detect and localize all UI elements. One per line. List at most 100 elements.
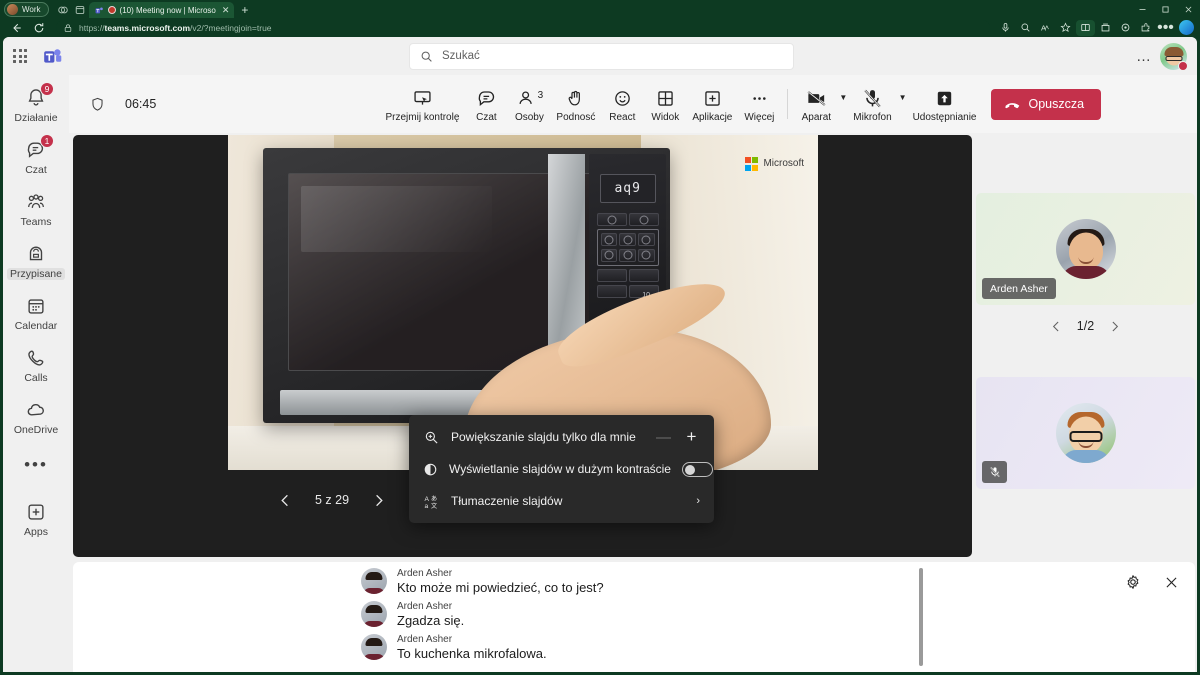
tool-chat[interactable]: Czat	[465, 84, 507, 125]
tool-view[interactable]: Widok	[644, 84, 686, 125]
search-page-icon[interactable]	[1016, 20, 1035, 36]
chat-panel-actions	[1121, 570, 1183, 594]
microphone-chevron-down-icon[interactable]: ▼	[899, 93, 907, 102]
sidebar-item-activity[interactable]: 9 Działanie	[4, 79, 68, 131]
browser-more-icon[interactable]: •••	[1156, 19, 1175, 36]
menu-item-translate-slides[interactable]: Aあa文 Tłumaczenie slajdów ›	[409, 485, 714, 517]
profile-pill[interactable]: Work	[4, 2, 49, 17]
leave-meeting-button[interactable]: Opuszcza	[990, 88, 1101, 120]
tool-apps[interactable]: Aplikacje	[687, 84, 737, 125]
window-maximize-button[interactable]	[1154, 0, 1177, 18]
tiles-prev-button[interactable]	[1050, 320, 1063, 333]
avatar	[361, 601, 387, 627]
tool-people[interactable]: 3 Osoby	[508, 84, 550, 125]
camera-off-icon	[805, 87, 828, 110]
tool-take-control[interactable]: Przejmij kontrolę	[380, 84, 464, 125]
tool-microphone[interactable]: Mikrofon	[848, 84, 896, 125]
zoom-out-button[interactable]: —	[655, 429, 672, 446]
camera-chevron-down-icon[interactable]: ▼	[839, 93, 847, 102]
gear-icon[interactable]	[1121, 570, 1145, 594]
menu-item-zoom-slide[interactable]: Powiększanie slajdu tylko dla mnie — +	[409, 421, 714, 453]
new-tab-button[interactable]: +	[234, 3, 255, 18]
submenu-chevron-right-icon: ›	[696, 495, 700, 507]
sidebar-item-assignments[interactable]: Przypisane	[4, 235, 68, 287]
chat-scrollbar[interactable]	[919, 568, 923, 666]
window-controls	[1131, 0, 1200, 18]
microphone-control[interactable]: Mikrofon ▼	[848, 84, 907, 125]
avatar	[361, 568, 387, 594]
workspaces-icon[interactable]	[55, 2, 72, 17]
sidebar-item-teams[interactable]: Teams	[4, 183, 68, 235]
avatar-hair	[1164, 46, 1183, 56]
tab-close-icon[interactable]: ✕	[222, 5, 230, 16]
sidebar-item-label: Calendar	[14, 320, 58, 332]
avatar	[1055, 219, 1116, 279]
sidebar-item-apps[interactable]: Apps	[4, 493, 68, 545]
sidebar-item-label: Teams	[20, 216, 52, 228]
split-screen-icon[interactable]	[1076, 19, 1095, 36]
share-screen-icon	[933, 87, 956, 110]
chat-message-author: Arden Asher	[397, 601, 453, 612]
sidebar-item-onedrive[interactable]: OneDrive	[4, 391, 68, 443]
tiles-next-button[interactable]	[1108, 320, 1121, 333]
browser-essentials-icon[interactable]	[1116, 20, 1135, 36]
slide-prev-button[interactable]	[274, 488, 298, 512]
address-bar[interactable]: https://teams.microsoft.com/v2/?meetingj…	[56, 20, 990, 35]
read-aloud-icon[interactable]: A	[1036, 20, 1055, 36]
activity-badge: 9	[40, 82, 54, 96]
participant-tile-2[interactable]	[976, 377, 1195, 489]
high-contrast-toggle[interactable]	[681, 461, 713, 477]
tool-raise-hand[interactable]: Podnosć	[551, 84, 600, 125]
backpack-icon	[24, 242, 48, 266]
microphone-off-icon	[861, 87, 884, 110]
tool-label: Aplikacje	[692, 111, 733, 123]
view-grid-icon	[655, 87, 676, 110]
tab-search-icon[interactable]	[72, 2, 89, 17]
window-close-button[interactable]	[1177, 0, 1200, 18]
chat-bubble-icon	[476, 87, 497, 110]
chat-message-text: Kto może mi powiedzieć, co to jest?	[397, 580, 604, 595]
camera-control[interactable]: Aparat ▼	[795, 84, 847, 125]
sidebar-item-chat[interactable]: 1 Czat	[4, 131, 68, 183]
favorite-star-icon[interactable]	[1056, 20, 1075, 36]
browser-tab[interactable]: (10) Meeting now | Microso ✕	[88, 2, 235, 18]
tool-share[interactable]: Udostępnianie	[908, 84, 982, 125]
search-input[interactable]: Szukać	[409, 42, 794, 70]
microphone-icon[interactable]	[996, 20, 1015, 36]
user-avatar[interactable]	[1160, 42, 1188, 71]
app-launcher-button[interactable]	[3, 49, 37, 63]
header-more-button[interactable]: …	[1136, 49, 1152, 64]
tool-react[interactable]: React	[601, 84, 643, 125]
presence-busy-icon	[1178, 60, 1188, 71]
extensions-icon[interactable]	[1136, 20, 1155, 36]
zoom-in-button[interactable]: +	[683, 427, 700, 447]
menu-item-high-contrast[interactable]: Wyświetlanie slajdów w dużym kontraście	[409, 453, 714, 485]
tool-more[interactable]: Więcej	[738, 84, 780, 125]
lock-icon	[64, 23, 72, 32]
hangup-icon	[1004, 102, 1019, 108]
close-icon[interactable]	[1159, 570, 1183, 594]
teams-icon	[24, 190, 48, 214]
tab-recording-icon	[107, 6, 116, 14]
microphone-off-icon	[989, 466, 1000, 478]
reload-button[interactable]	[28, 19, 50, 36]
slide-next-button[interactable]	[366, 488, 390, 512]
waffle-icon	[13, 49, 27, 63]
emoji-icon	[612, 87, 633, 110]
sidebar-item-calendar[interactable]: Calendar	[4, 287, 68, 339]
sidebar-item-calls[interactable]: Calls	[4, 339, 68, 391]
sidebar-item-label: Przypisane	[7, 268, 65, 280]
tool-camera[interactable]: Aparat	[795, 84, 837, 125]
sidebar-more-button[interactable]: •••	[24, 443, 48, 487]
more-dots-icon	[749, 87, 770, 110]
window-minimize-button[interactable]	[1131, 0, 1154, 18]
participant-tiles: Arden Asher 1/2	[976, 135, 1195, 557]
collections-icon[interactable]	[1096, 20, 1115, 36]
copilot-icon[interactable]	[1179, 20, 1194, 35]
microwave-display-text: aq9	[614, 180, 641, 196]
avatar	[361, 634, 387, 660]
menu-item-label: Powiększanie slajdu tylko dla mnie	[451, 430, 636, 444]
participant-tile-1[interactable]: Arden Asher	[976, 193, 1195, 305]
back-button[interactable]	[6, 19, 28, 36]
chat-message: Arden Asher To kuchenka mikrofalowa.	[361, 634, 921, 661]
